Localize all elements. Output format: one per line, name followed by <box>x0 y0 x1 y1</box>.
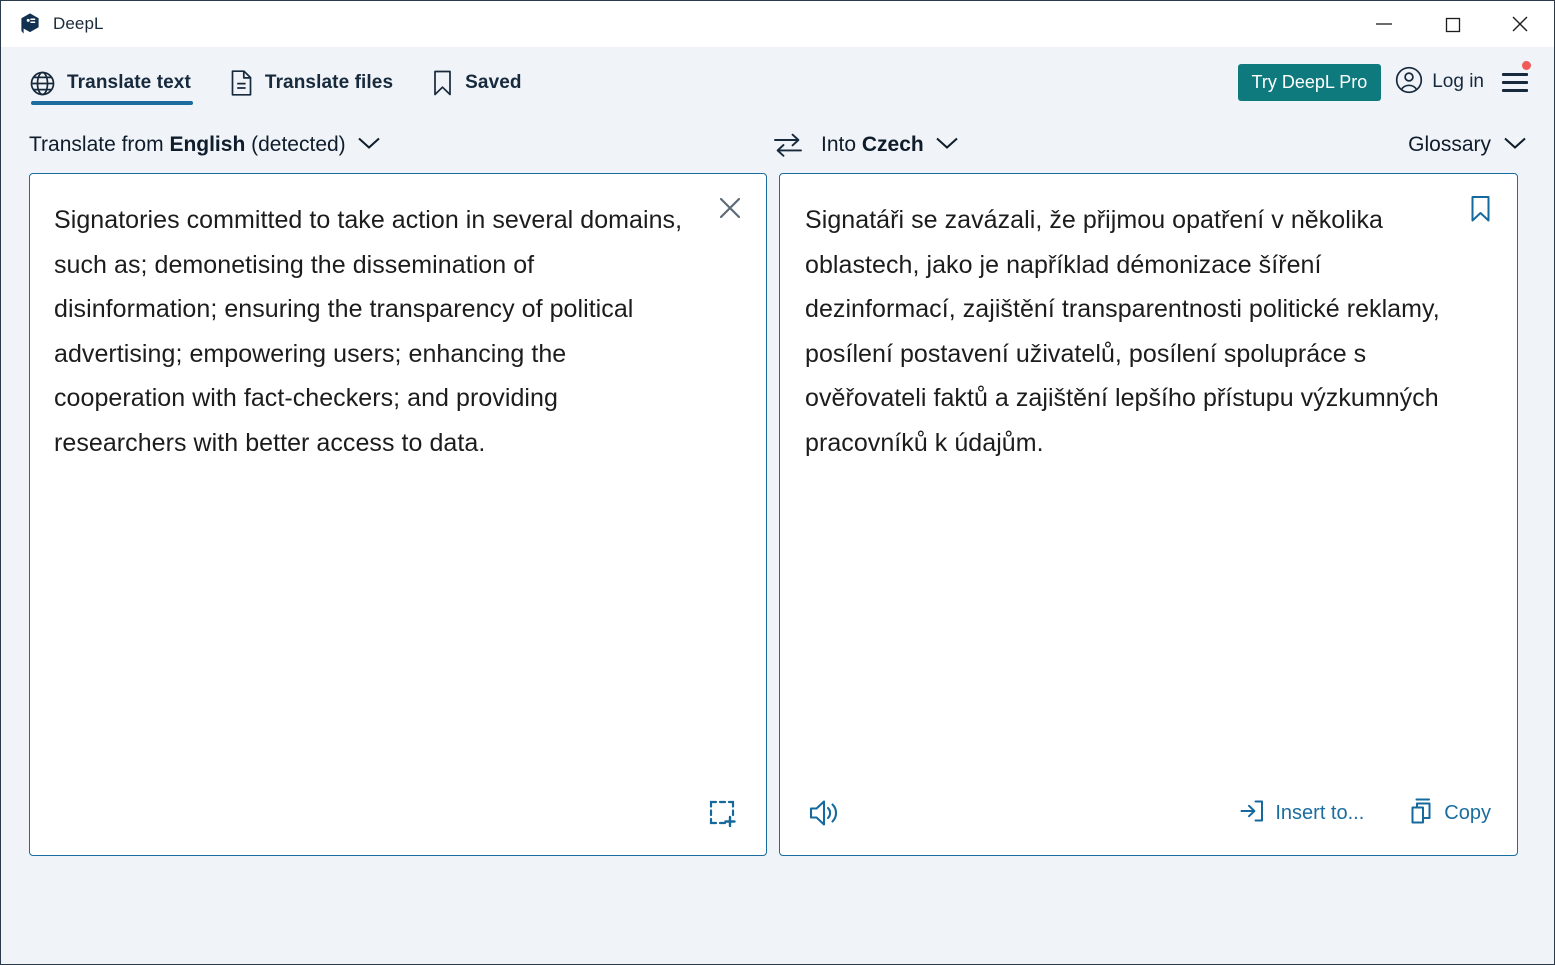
notification-dot <box>1522 61 1531 70</box>
tab-translate-files-label: Translate files <box>264 72 394 93</box>
translation-panels: Signatories committed to take action in … <box>1 173 1554 856</box>
source-text-panel: Signatories committed to take action in … <box>29 173 767 856</box>
deepl-window: DeepL Translate text Translate files Sav… <box>0 0 1555 965</box>
copy-button[interactable]: Copy <box>1404 791 1495 836</box>
hamburger-menu-icon[interactable] <box>1502 61 1532 97</box>
nav-tabs: Translate text Translate files Saved <box>29 47 522 117</box>
nav-right-actions: Try DeepL Pro Log in <box>1237 61 1533 101</box>
tab-translate-text-label: Translate text <box>67 72 191 93</box>
clear-source-button[interactable] <box>712 190 748 226</box>
insert-to-label: Insert to... <box>1275 801 1365 824</box>
select-area-icon[interactable] <box>702 792 744 834</box>
login-button[interactable]: Log in <box>1395 66 1484 99</box>
deepl-logo-icon <box>18 12 42 36</box>
insert-arrow-icon <box>1239 798 1265 829</box>
app-brand: DeepL <box>1 12 104 36</box>
target-language-label: Into Czech <box>821 133 924 156</box>
close-button[interactable] <box>1486 1 1554 47</box>
target-actions: Insert to... Copy <box>1235 791 1495 836</box>
tab-saved[interactable]: Saved <box>431 47 522 117</box>
account-circle-icon <box>1395 66 1423 99</box>
maximize-button[interactable] <box>1418 1 1486 47</box>
target-language-selector[interactable]: Into Czech <box>821 133 960 157</box>
source-panel-footer <box>30 779 766 855</box>
globe-icon <box>29 70 56 97</box>
bookmark-icon <box>431 69 454 97</box>
bookmark-outline-icon[interactable] <box>1463 192 1497 226</box>
language-bar: Translate from English (detected) Into C… <box>1 117 1554 173</box>
bottom-area <box>1 856 1554 964</box>
navigation-bar: Translate text Translate files Saved Try… <box>1 47 1554 117</box>
try-deepl-pro-button[interactable]: Try DeepL Pro <box>1237 63 1382 101</box>
swap-languages-icon[interactable] <box>771 131 805 159</box>
target-language-group: Into Czech <box>771 131 960 159</box>
app-title: DeepL <box>53 14 104 33</box>
minimize-button[interactable] <box>1350 1 1418 47</box>
tab-saved-label: Saved <box>465 72 522 93</box>
copy-label: Copy <box>1444 801 1491 824</box>
document-icon <box>229 69 254 97</box>
speaker-icon[interactable] <box>802 791 848 835</box>
insert-to-button[interactable]: Insert to... <box>1235 792 1368 835</box>
chevron-down-icon <box>1502 135 1528 156</box>
window-controls <box>1350 1 1554 47</box>
glossary-selector[interactable]: Glossary <box>1408 133 1528 157</box>
tab-translate-files[interactable]: Translate files <box>229 47 393 117</box>
glossary-label: Glossary <box>1408 133 1491 156</box>
source-language-label: Translate from English (detected) <box>29 133 346 156</box>
chevron-down-icon <box>934 135 960 156</box>
target-text-panel: Signatáři se zavázali, že přijmou opatře… <box>779 173 1518 856</box>
title-bar: DeepL <box>1 1 1554 47</box>
login-label: Log in <box>1432 71 1484 92</box>
tab-translate-text[interactable]: Translate text <box>29 47 193 117</box>
copy-icon <box>1408 797 1434 830</box>
target-panel-footer: Insert to... Copy <box>780 779 1517 855</box>
source-text-input[interactable]: Signatories committed to take action in … <box>30 174 766 779</box>
translated-text: Signatáři se zavázali, že přijmou opatře… <box>805 206 1447 457</box>
chevron-down-icon <box>356 135 382 156</box>
source-language-selector[interactable]: Translate from English (detected) <box>29 133 382 157</box>
